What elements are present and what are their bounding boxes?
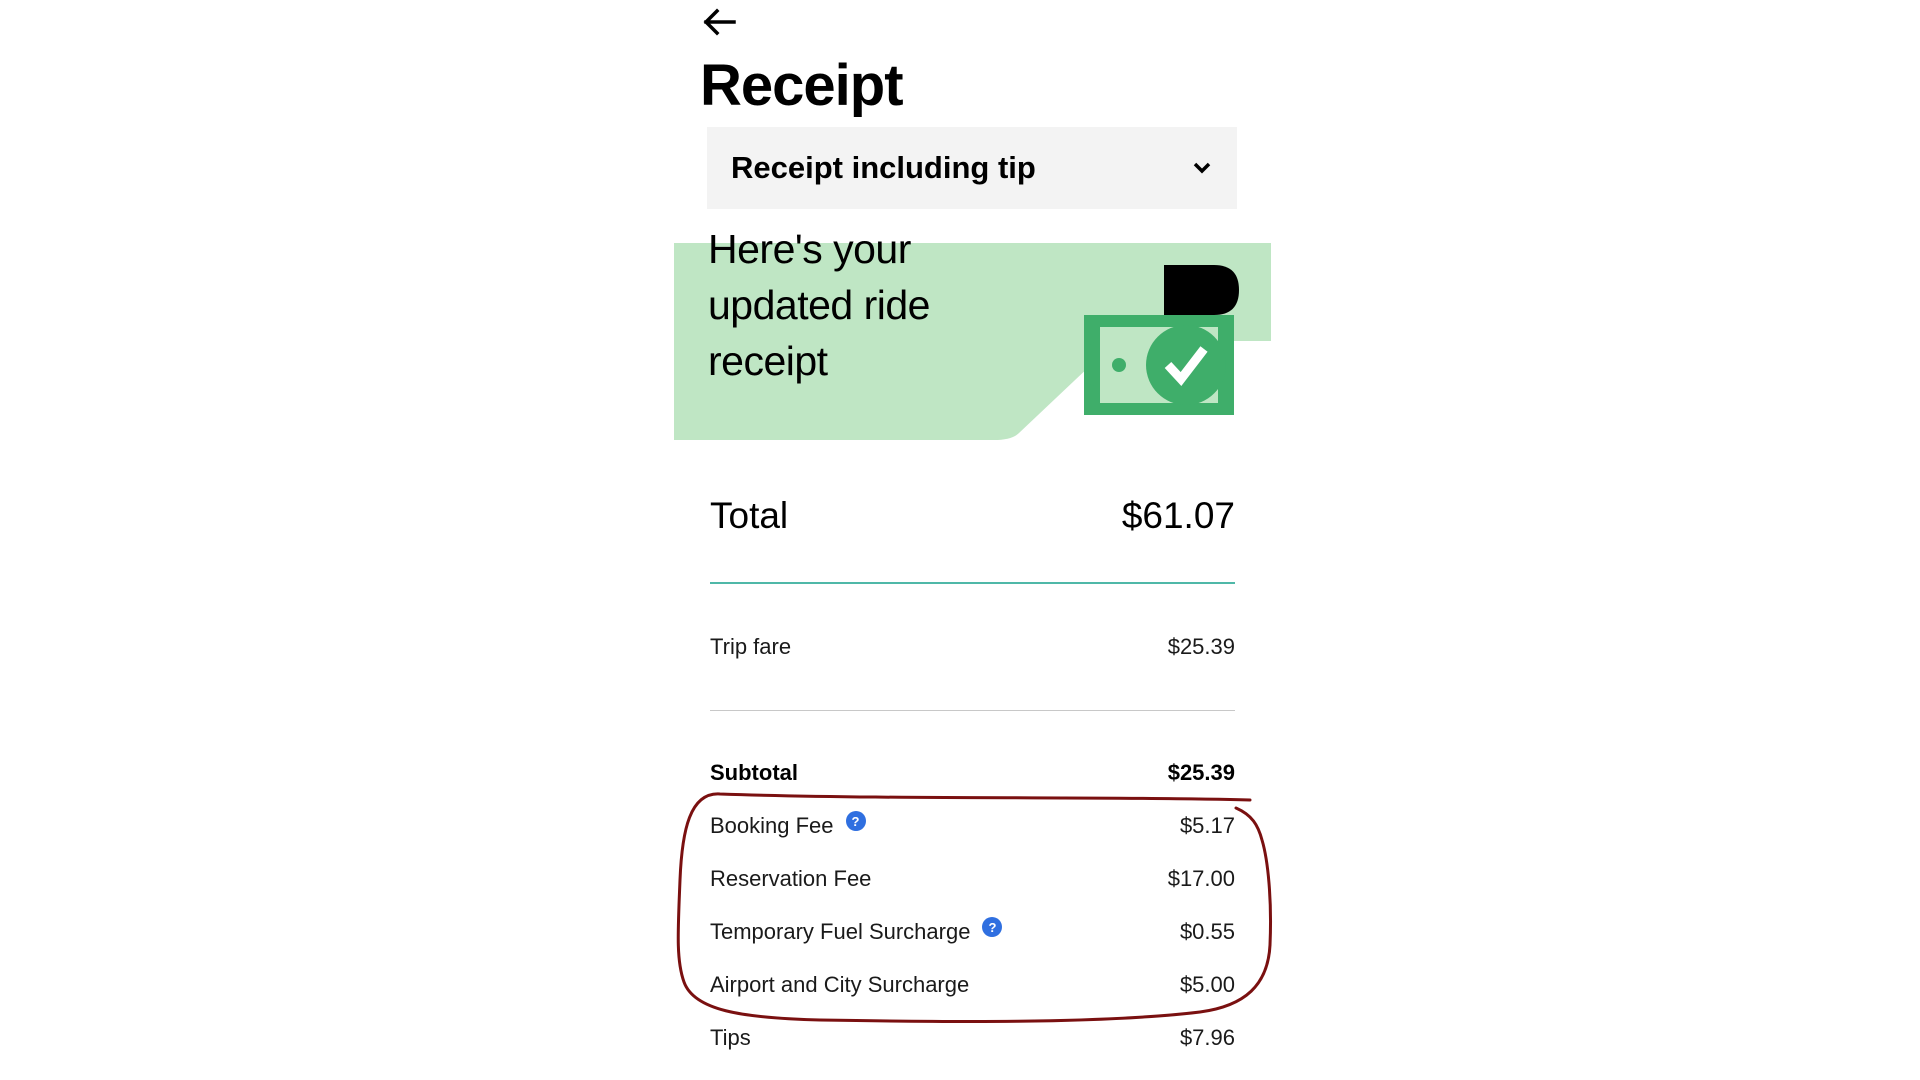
chevron-down-icon <box>1191 157 1213 179</box>
line-item-tips: Tips $7.96 <box>710 1025 1235 1051</box>
arrow-left-icon <box>703 8 736 36</box>
total-label: Total <box>710 495 789 536</box>
help-icon[interactable]: ? <box>982 917 1003 937</box>
line-item-label: Temporary Fuel Surcharge <box>710 919 971 944</box>
line-item-airport-surcharge: Airport and City Surcharge $5.00 <box>710 972 1235 998</box>
line-item-reservation-fee: Reservation Fee $17.00 <box>710 866 1235 892</box>
line-item-label: Airport and City Surcharge <box>710 972 970 997</box>
total-value: $61.07 <box>1121 495 1235 536</box>
line-item-value: $5.00 <box>1179 972 1235 997</box>
line-item-value: $7.96 <box>1179 1025 1235 1050</box>
line-item-value: $25.39 <box>1167 634 1235 659</box>
line-item-label: Booking Fee <box>710 813 834 838</box>
banner-message: Here's your updated ride receipt <box>708 213 1008 440</box>
receipt-type-value: Receipt including tip <box>731 150 1036 185</box>
total-divider <box>710 582 1235 584</box>
line-item-booking-fee: Booking Fee ? $5.17 <box>710 811 1235 839</box>
banner-line-2: updated ride <box>708 282 930 328</box>
line-item-trip-fare: Trip fare $25.39 <box>710 634 1235 660</box>
total-row: Total $61.07 <box>710 495 1235 537</box>
line-item-label: Tips <box>710 1025 751 1050</box>
banner-line-1: Here's your <box>708 226 911 272</box>
line-item-fuel-surcharge: Temporary Fuel Surcharge ? $0.55 <box>710 917 1235 945</box>
line-item-value: $5.17 <box>1179 813 1235 838</box>
page-title: Receipt <box>700 53 904 118</box>
line-item-value: $25.39 <box>1167 760 1235 785</box>
receipt-type-dropdown[interactable]: Receipt including tip <box>707 127 1237 209</box>
line-divider <box>710 710 1235 711</box>
line-item-label: Reservation Fee <box>710 866 872 891</box>
help-icon[interactable]: ? <box>845 811 866 831</box>
back-button[interactable] <box>700 2 740 42</box>
line-item-value: $17.00 <box>1167 866 1235 891</box>
receipt-banner: Here's your updated ride receipt <box>674 226 1271 440</box>
line-item-value: $0.55 <box>1179 919 1235 944</box>
line-item-subtotal: Subtotal $25.39 <box>710 760 1235 786</box>
banner-line-3: receipt <box>708 338 828 384</box>
line-item-label: Subtotal <box>710 760 798 785</box>
line-item-label: Trip fare <box>710 634 792 659</box>
receipt-page: Receipt Receipt including tip Here's you… <box>0 0 1920 1080</box>
cash-check-illustration <box>1084 265 1239 415</box>
